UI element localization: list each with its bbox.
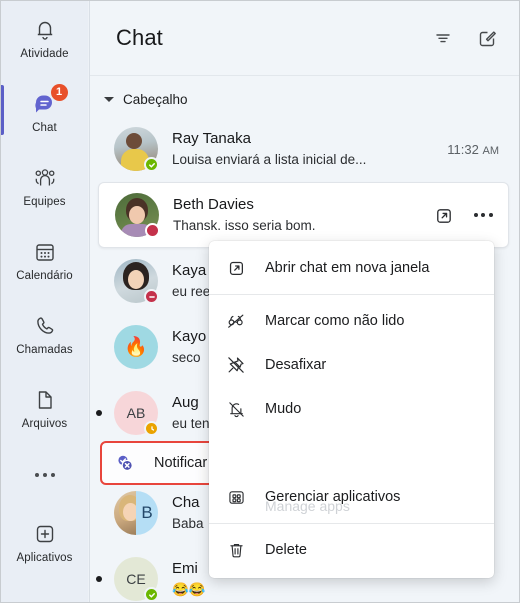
calendar-icon [30, 237, 60, 267]
chat-list-item-beth-davies[interactable]: Beth Davies Thansk. isso seria bom. [98, 182, 509, 248]
chat-context-menu: Abrir chat em nova janela Marcar como nã… [209, 241, 494, 578]
avatar-initials: B [136, 491, 158, 535]
chat-panel: Chat Cabeçalho Ray Tanaka Louisa enviará… [89, 1, 519, 602]
plus-square-icon [30, 519, 60, 549]
chat-text: Ray Tanaka Louisa enviará a lista inicia… [172, 129, 441, 169]
chat-unread-badge: 1 [50, 84, 68, 101]
presence-available-icon [144, 587, 159, 602]
presence-away-icon [144, 421, 159, 436]
header-actions [429, 24, 501, 52]
avatar [114, 259, 159, 304]
rail-item-more[interactable] [1, 445, 88, 507]
section-label-1: Cabeçalho [123, 91, 188, 107]
chat-panel-header: Chat [90, 1, 519, 76]
rail-item-activity[interactable]: Atividade [1, 1, 88, 75]
chat-preview: Thansk. isso seria bom. [173, 218, 316, 233]
unread-indicator-dot [96, 576, 102, 582]
avatar [114, 127, 159, 172]
chat-preview: 😂😂 [172, 582, 206, 597]
menu-item-unpin[interactable]: Desafixar [209, 343, 494, 387]
fire-emoji-icon: 🔥 [124, 337, 148, 358]
avatar-initials: CE [126, 571, 146, 587]
chat-time-ampm: AM [482, 144, 500, 157]
chat-row-actions [430, 202, 498, 228]
chat-name: Beth Davies [173, 196, 254, 213]
teams-chat-window: Atividade 1 Chat Equipes Calendário Cham… [0, 0, 520, 603]
menu-divider [209, 294, 494, 295]
app-rail: Atividade 1 Chat Equipes Calendário Cham… [1, 1, 88, 602]
chat-list-item-ray-tanaka[interactable]: Ray Tanaka Louisa enviará a lista inicia… [98, 116, 509, 182]
menu-label: Desafixar [265, 357, 327, 373]
menu-divider [209, 523, 494, 524]
rail-label-calendar: Calendário [16, 270, 73, 282]
menu-item-open-in-new-window[interactable]: Abrir chat em nova janela [209, 246, 494, 290]
chat-timestamp: 11:32 AM [441, 142, 499, 157]
presence-available-icon [144, 157, 159, 172]
avatar: CE [114, 557, 159, 602]
file-icon [30, 385, 60, 415]
avatar [115, 193, 160, 238]
presence-busy-icon [145, 223, 160, 238]
open-in-new-window-icon[interactable] [430, 202, 456, 228]
notify-when-available-icon [112, 451, 138, 475]
rail-item-files[interactable]: Arquivos [1, 371, 88, 445]
menu-label: Marcar como não lido [265, 313, 405, 329]
rail-item-apps[interactable]: Aplicativos [1, 507, 88, 577]
menu-item-delete[interactable]: Delete [209, 528, 494, 572]
menu-item-mark-as-unread[interactable]: Marcar como não lido [209, 299, 494, 343]
more-ellipsis-icon [30, 460, 60, 490]
menu-item-mute[interactable]: Mudo [209, 387, 494, 431]
avatar-group-split: B [114, 491, 158, 535]
page-title: Chat [116, 25, 163, 50]
unpin-icon [223, 354, 249, 376]
rail-label-teams: Equipes [23, 196, 66, 208]
section-header-1[interactable]: Cabeçalho [98, 82, 509, 116]
unread-indicator-dot [96, 410, 102, 416]
bell-icon [30, 15, 60, 45]
phone-icon [30, 311, 60, 341]
menu-item-manage-apps[interactable]: Gerenciar aplicativos Manage apps [209, 475, 494, 519]
chat-preview: Louisa enviará a lista inicial de... [172, 152, 367, 167]
rail-label-activity: Atividade [20, 48, 69, 60]
rail-label-files: Arquivos [21, 418, 68, 430]
menu-label: Delete [265, 542, 307, 558]
rail-label-chat: Chat [32, 122, 57, 134]
chat-text: Beth Davies Thansk. isso seria bom. [173, 195, 430, 235]
avatar: B [114, 491, 158, 535]
menu-label: Abrir chat em nova janela [265, 260, 430, 276]
chevron-down-icon [104, 97, 114, 102]
more-options-icon[interactable] [470, 202, 496, 228]
avatar: 🔥 [114, 325, 158, 369]
chat-name: Ray Tanaka [172, 130, 251, 147]
mute-bell-icon [223, 399, 249, 420]
rail-label-calls: Chamadas [16, 344, 73, 356]
avatar: AB [114, 391, 159, 436]
people-icon [30, 163, 60, 193]
rail-item-calendar[interactable]: Calendário [1, 223, 88, 297]
manage-apps-icon [223, 487, 249, 508]
presence-busy-icon [144, 289, 159, 304]
filter-icon[interactable] [429, 24, 457, 52]
compose-new-chat-icon[interactable] [473, 24, 501, 52]
chat-bubble-icon: 1 [30, 84, 68, 119]
open-new-window-icon [223, 258, 249, 278]
rail-item-teams[interactable]: Equipes [1, 149, 88, 223]
menu-label: Mudo [265, 401, 302, 417]
menu-label-ghost-english: Manage apps [265, 498, 350, 514]
rail-label-apps: Aplicativos [16, 552, 73, 564]
mark-unread-icon [223, 311, 249, 331]
rail-item-calls[interactable]: Chamadas [1, 297, 88, 371]
trash-icon [223, 540, 249, 561]
rail-item-chat[interactable]: 1 Chat [1, 75, 88, 149]
avatar-initials: AB [126, 405, 146, 421]
chat-time-value: 11:32 [447, 141, 479, 157]
avatar-emoji-fire: 🔥 [114, 325, 158, 369]
